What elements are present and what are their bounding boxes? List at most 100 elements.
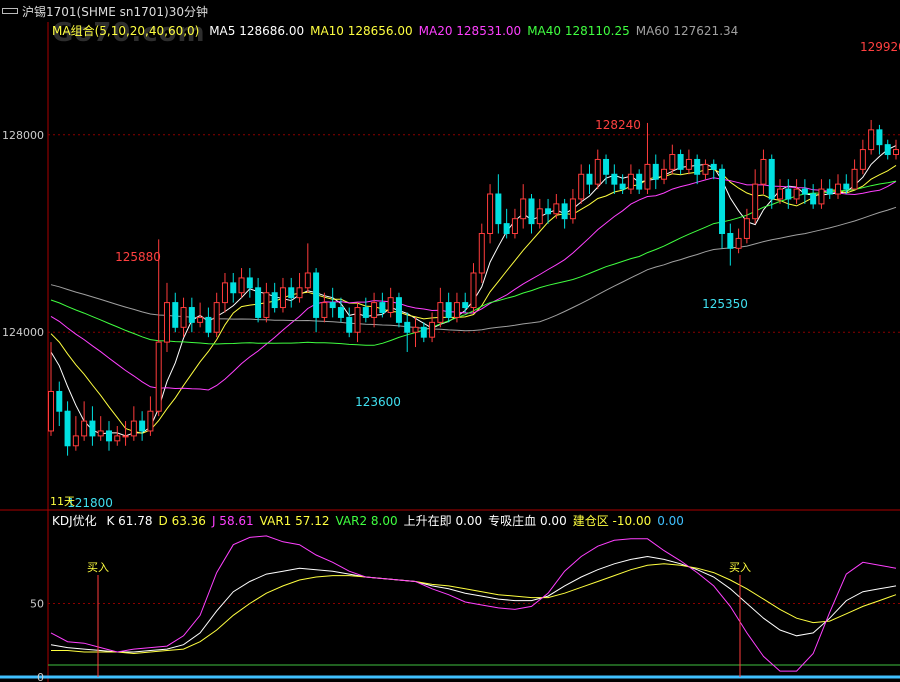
candle-body — [545, 208, 552, 215]
candle-body — [279, 287, 286, 309]
candle-body — [172, 302, 179, 328]
kdj-lines — [50, 535, 897, 677]
kline-chart[interactable]: 128000 124000 50 0 买入 买入 129920 128240 125880 123… — [0, 0, 900, 682]
candle-body — [205, 316, 212, 333]
candle-body — [561, 203, 568, 220]
candle-body — [81, 420, 88, 437]
candle-body — [271, 292, 278, 309]
candle-body — [56, 390, 63, 412]
candle-body — [503, 223, 510, 235]
candle-body — [329, 302, 336, 309]
buy-signal-label: 买入 — [87, 561, 109, 574]
candle-body — [197, 316, 204, 323]
candle-body — [611, 173, 618, 185]
candle-body — [337, 307, 344, 318]
candle-body — [130, 420, 137, 437]
candle-body — [213, 302, 220, 333]
candle-body — [296, 287, 303, 299]
candle-body — [238, 277, 245, 294]
candle-body — [536, 208, 543, 225]
candle-body — [395, 297, 402, 323]
buy-signal-label: 买入 — [729, 561, 751, 574]
candle-body — [785, 188, 792, 200]
candle-body — [859, 149, 866, 170]
candle-body — [453, 302, 460, 318]
candle-body — [304, 272, 311, 289]
candle-body — [843, 183, 850, 190]
candle-body — [362, 307, 369, 318]
kdj-tick-label: 50 — [30, 598, 44, 611]
candle-body — [72, 435, 79, 447]
candle-body — [735, 237, 742, 249]
candle-body — [702, 163, 709, 175]
candle-body — [387, 297, 394, 313]
candle-body — [288, 287, 295, 299]
candle-body — [429, 321, 436, 338]
candle-body — [719, 168, 726, 235]
candle-body — [147, 410, 154, 432]
candle-body — [487, 193, 494, 235]
candle-body — [768, 158, 775, 200]
candle-body — [818, 188, 825, 205]
candle-body — [495, 193, 502, 225]
candlesticks — [48, 119, 899, 456]
candle-body — [694, 158, 701, 175]
candle-body — [420, 326, 427, 338]
kdj-tick-label: 0 — [37, 671, 44, 682]
candle-body — [677, 154, 684, 170]
candle-body — [578, 173, 585, 200]
candle-body — [379, 302, 386, 313]
price-annotation: 128240 — [595, 118, 641, 132]
price-annotation: 129920 — [860, 40, 900, 54]
candle-body — [263, 292, 270, 318]
candle-body — [445, 302, 452, 318]
candle-body — [155, 341, 162, 412]
candle-body — [180, 307, 187, 328]
candle-body — [404, 321, 411, 333]
grid — [0, 22, 900, 682]
candle-body — [760, 158, 767, 185]
candle-body — [793, 188, 800, 200]
candle-body — [48, 390, 54, 432]
candle-body — [868, 129, 875, 151]
candle-body — [139, 420, 146, 432]
candle-body — [743, 218, 750, 239]
price-tick-label: 124000 — [2, 326, 44, 339]
candle-body — [478, 233, 485, 274]
candle-body — [777, 188, 784, 200]
candle-body — [876, 129, 883, 146]
candle-body — [188, 307, 195, 323]
candle-body — [586, 173, 593, 185]
candle-body — [412, 326, 419, 333]
candle-body — [255, 287, 262, 318]
candle-body — [652, 163, 659, 180]
candle-body — [893, 149, 899, 156]
candle-body — [221, 282, 228, 304]
candle-body — [644, 163, 651, 190]
candle-body — [594, 158, 601, 185]
candle-body — [321, 302, 328, 318]
price-annotation: 125350 — [702, 297, 748, 311]
candle-body — [437, 302, 444, 323]
candle-body — [462, 302, 469, 309]
candle-body — [636, 173, 643, 190]
candle-body — [627, 173, 634, 190]
candle-body — [884, 144, 891, 156]
candle-body — [569, 198, 576, 220]
candle-body — [97, 430, 104, 437]
candle-body — [246, 277, 253, 289]
candle-body — [122, 435, 129, 438]
candle-body — [528, 198, 535, 225]
candle-body — [470, 272, 477, 309]
candle-body — [710, 163, 717, 170]
candle-body — [619, 183, 626, 190]
candle-body — [603, 158, 610, 175]
candle-body — [354, 307, 361, 333]
candle-body — [313, 272, 320, 318]
candle-body — [371, 302, 378, 318]
date-label: 11天 — [50, 495, 75, 508]
candle-body — [669, 154, 676, 170]
candle-body — [64, 410, 71, 447]
candle-body — [105, 430, 112, 442]
candle-body — [810, 193, 817, 205]
